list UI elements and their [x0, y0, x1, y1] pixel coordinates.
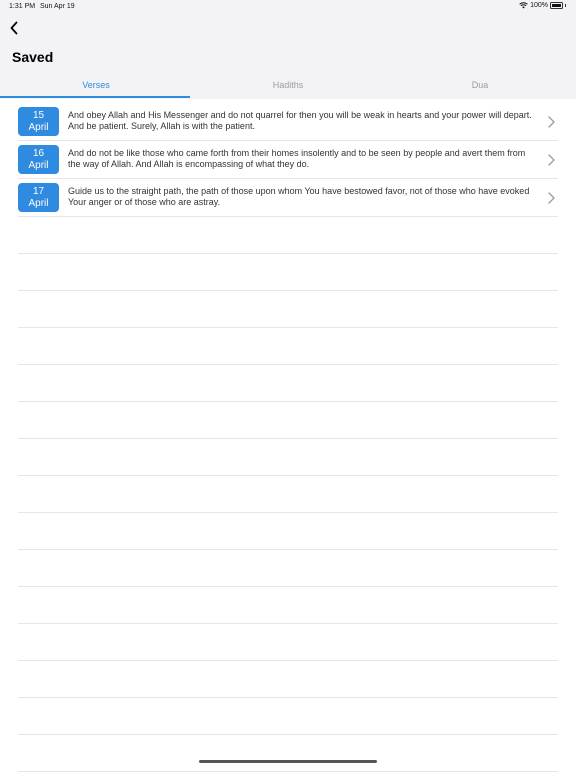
- chevron-left-icon: [10, 21, 18, 35]
- date-badge: 17 April: [18, 183, 59, 212]
- empty-row: [18, 550, 558, 587]
- date-badge: 16 April: [18, 145, 59, 174]
- wifi-icon: [519, 2, 528, 9]
- date-badge: 15 April: [18, 107, 59, 136]
- saved-list: 15 April And obey Allah and His Messenge…: [18, 103, 558, 772]
- empty-row: [18, 587, 558, 624]
- status-right: 100%: [519, 2, 566, 9]
- badge-day: 16: [32, 147, 45, 159]
- chevron-right-icon: [548, 192, 555, 204]
- back-button[interactable]: [5, 19, 23, 37]
- badge-month: April: [28, 159, 49, 171]
- tab-verses[interactable]: Verses: [0, 72, 192, 99]
- empty-row: [18, 661, 558, 698]
- page-title: Saved: [12, 49, 54, 65]
- verse-text: Guide us to the straight path, the path …: [68, 186, 530, 207]
- empty-row: [18, 476, 558, 513]
- empty-row: [18, 402, 558, 439]
- tab-bar: Verses Hadiths Dua: [0, 72, 576, 99]
- empty-row: [18, 624, 558, 661]
- list-item[interactable]: 16 April And do not be like those who ca…: [18, 141, 558, 179]
- badge-month: April: [28, 197, 49, 209]
- empty-row: [18, 328, 558, 365]
- battery-icon: [550, 2, 563, 9]
- home-indicator[interactable]: [199, 760, 377, 763]
- badge-day: 17: [32, 185, 45, 197]
- status-date: Sun Apr 19: [40, 3, 75, 10]
- chevron-right-icon: [548, 116, 555, 128]
- battery-tip: [565, 4, 566, 7]
- empty-row: [18, 698, 558, 735]
- list-item[interactable]: 15 April And obey Allah and His Messenge…: [18, 103, 558, 141]
- battery-percent: 100%: [530, 2, 548, 9]
- empty-row: [18, 291, 558, 328]
- empty-row: [18, 513, 558, 550]
- header-area: 1:31 PM Sun Apr 19 100% Saved Verses Had…: [0, 0, 576, 99]
- status-bar: 1:31 PM Sun Apr 19 100%: [0, 0, 576, 14]
- empty-row: [18, 735, 558, 772]
- chevron-right-icon: [548, 154, 555, 166]
- status-time: 1:31 PM: [9, 3, 36, 10]
- empty-row: [18, 254, 558, 291]
- tab-dua[interactable]: Dua: [384, 72, 576, 99]
- empty-row: [18, 439, 558, 476]
- empty-row: [18, 217, 558, 254]
- badge-day: 15: [32, 109, 45, 121]
- list-item[interactable]: 17 April Guide us to the straight path, …: [18, 179, 558, 217]
- active-tab-indicator: [0, 96, 190, 98]
- verse-text: And obey Allah and His Messenger and do …: [68, 110, 532, 131]
- empty-row: [18, 365, 558, 402]
- verse-text: And do not be like those who came forth …: [68, 148, 526, 169]
- tab-hadiths[interactable]: Hadiths: [192, 72, 384, 99]
- badge-month: April: [28, 121, 49, 133]
